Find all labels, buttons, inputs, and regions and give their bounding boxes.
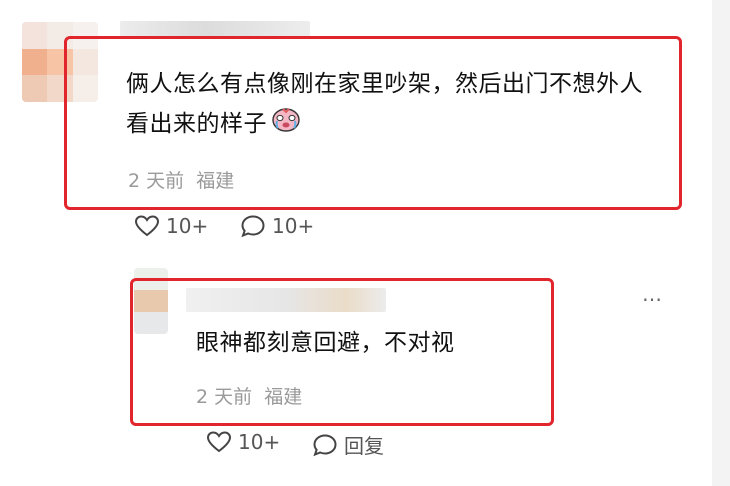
more-icon: …: [642, 282, 664, 306]
comment-bubble-icon: [241, 215, 265, 238]
crying-face-icon: [271, 105, 301, 145]
timestamp: 2 天前: [128, 170, 185, 192]
comment-bubble-icon: [313, 433, 337, 456]
location: 福建: [196, 170, 235, 192]
like-button[interactable]: 10+: [206, 430, 280, 454]
reply-count: 10+: [272, 214, 315, 238]
reply-text: 眼神都刻意回避，不对视: [196, 330, 455, 356]
location: 福建: [264, 386, 303, 408]
scrollbar-track[interactable]: [712, 0, 730, 486]
comment-body: 俩人怎么有点像刚在家里吵架，然后出门不想外人看出来的样子: [126, 71, 643, 137]
comment-meta: 2 天前 福建: [128, 166, 234, 193]
more-options-button[interactable]: …: [642, 282, 664, 306]
like-count: 10+: [238, 430, 281, 454]
like-count: 10+: [166, 214, 209, 238]
like-button[interactable]: 10+: [134, 214, 208, 238]
reply-label: 回复: [344, 434, 384, 458]
comment-text: 俩人怎么有点像刚在家里吵架，然后出门不想外人看出来的样子: [126, 64, 666, 145]
heart-icon: [134, 215, 160, 237]
reply-button[interactable]: 回复: [312, 430, 384, 459]
timestamp: 2 天前: [196, 386, 253, 408]
reply-count-button[interactable]: 10+: [240, 214, 314, 238]
heart-icon: [206, 431, 232, 453]
reply-meta: 2 天前 福建: [196, 382, 302, 409]
